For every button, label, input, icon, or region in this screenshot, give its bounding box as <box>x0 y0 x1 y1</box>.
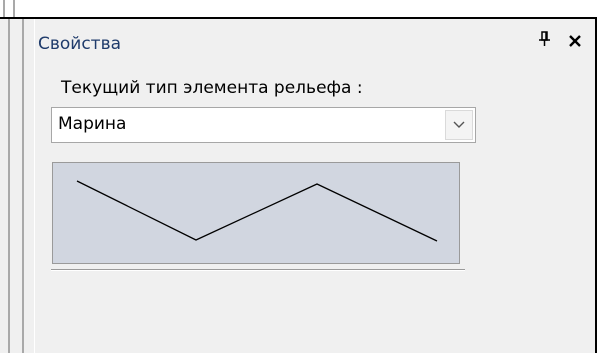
relief-preview <box>52 162 460 264</box>
splitter-line <box>8 19 10 353</box>
separator-highlight <box>51 270 465 271</box>
left-splitter[interactable] <box>0 19 34 353</box>
relief-type-select[interactable]: Марина <box>51 107 476 143</box>
window-frame: Свойства Текущий тип элемента рельефа : … <box>0 0 597 353</box>
panel-header: Свойства <box>35 19 595 61</box>
dropdown-button[interactable] <box>445 110 473 140</box>
relief-type-label: Текущий тип элемента рельефа : <box>61 78 363 98</box>
close-icon[interactable] <box>563 29 587 53</box>
zigzag-line-preview <box>76 180 438 242</box>
pin-icon-glyph <box>539 31 550 46</box>
properties-panel: Свойства Текущий тип элемента рельефа : … <box>35 19 595 353</box>
pin-icon[interactable] <box>535 31 555 53</box>
chevron-down-icon <box>453 121 465 128</box>
relief-type-value: Марина <box>58 114 127 134</box>
close-icon-glyph <box>569 35 581 47</box>
panel-title: Свойства <box>38 34 122 54</box>
splitter-line <box>22 19 24 353</box>
top-splitter-grip[interactable] <box>3 0 15 17</box>
top-strip <box>0 0 597 19</box>
